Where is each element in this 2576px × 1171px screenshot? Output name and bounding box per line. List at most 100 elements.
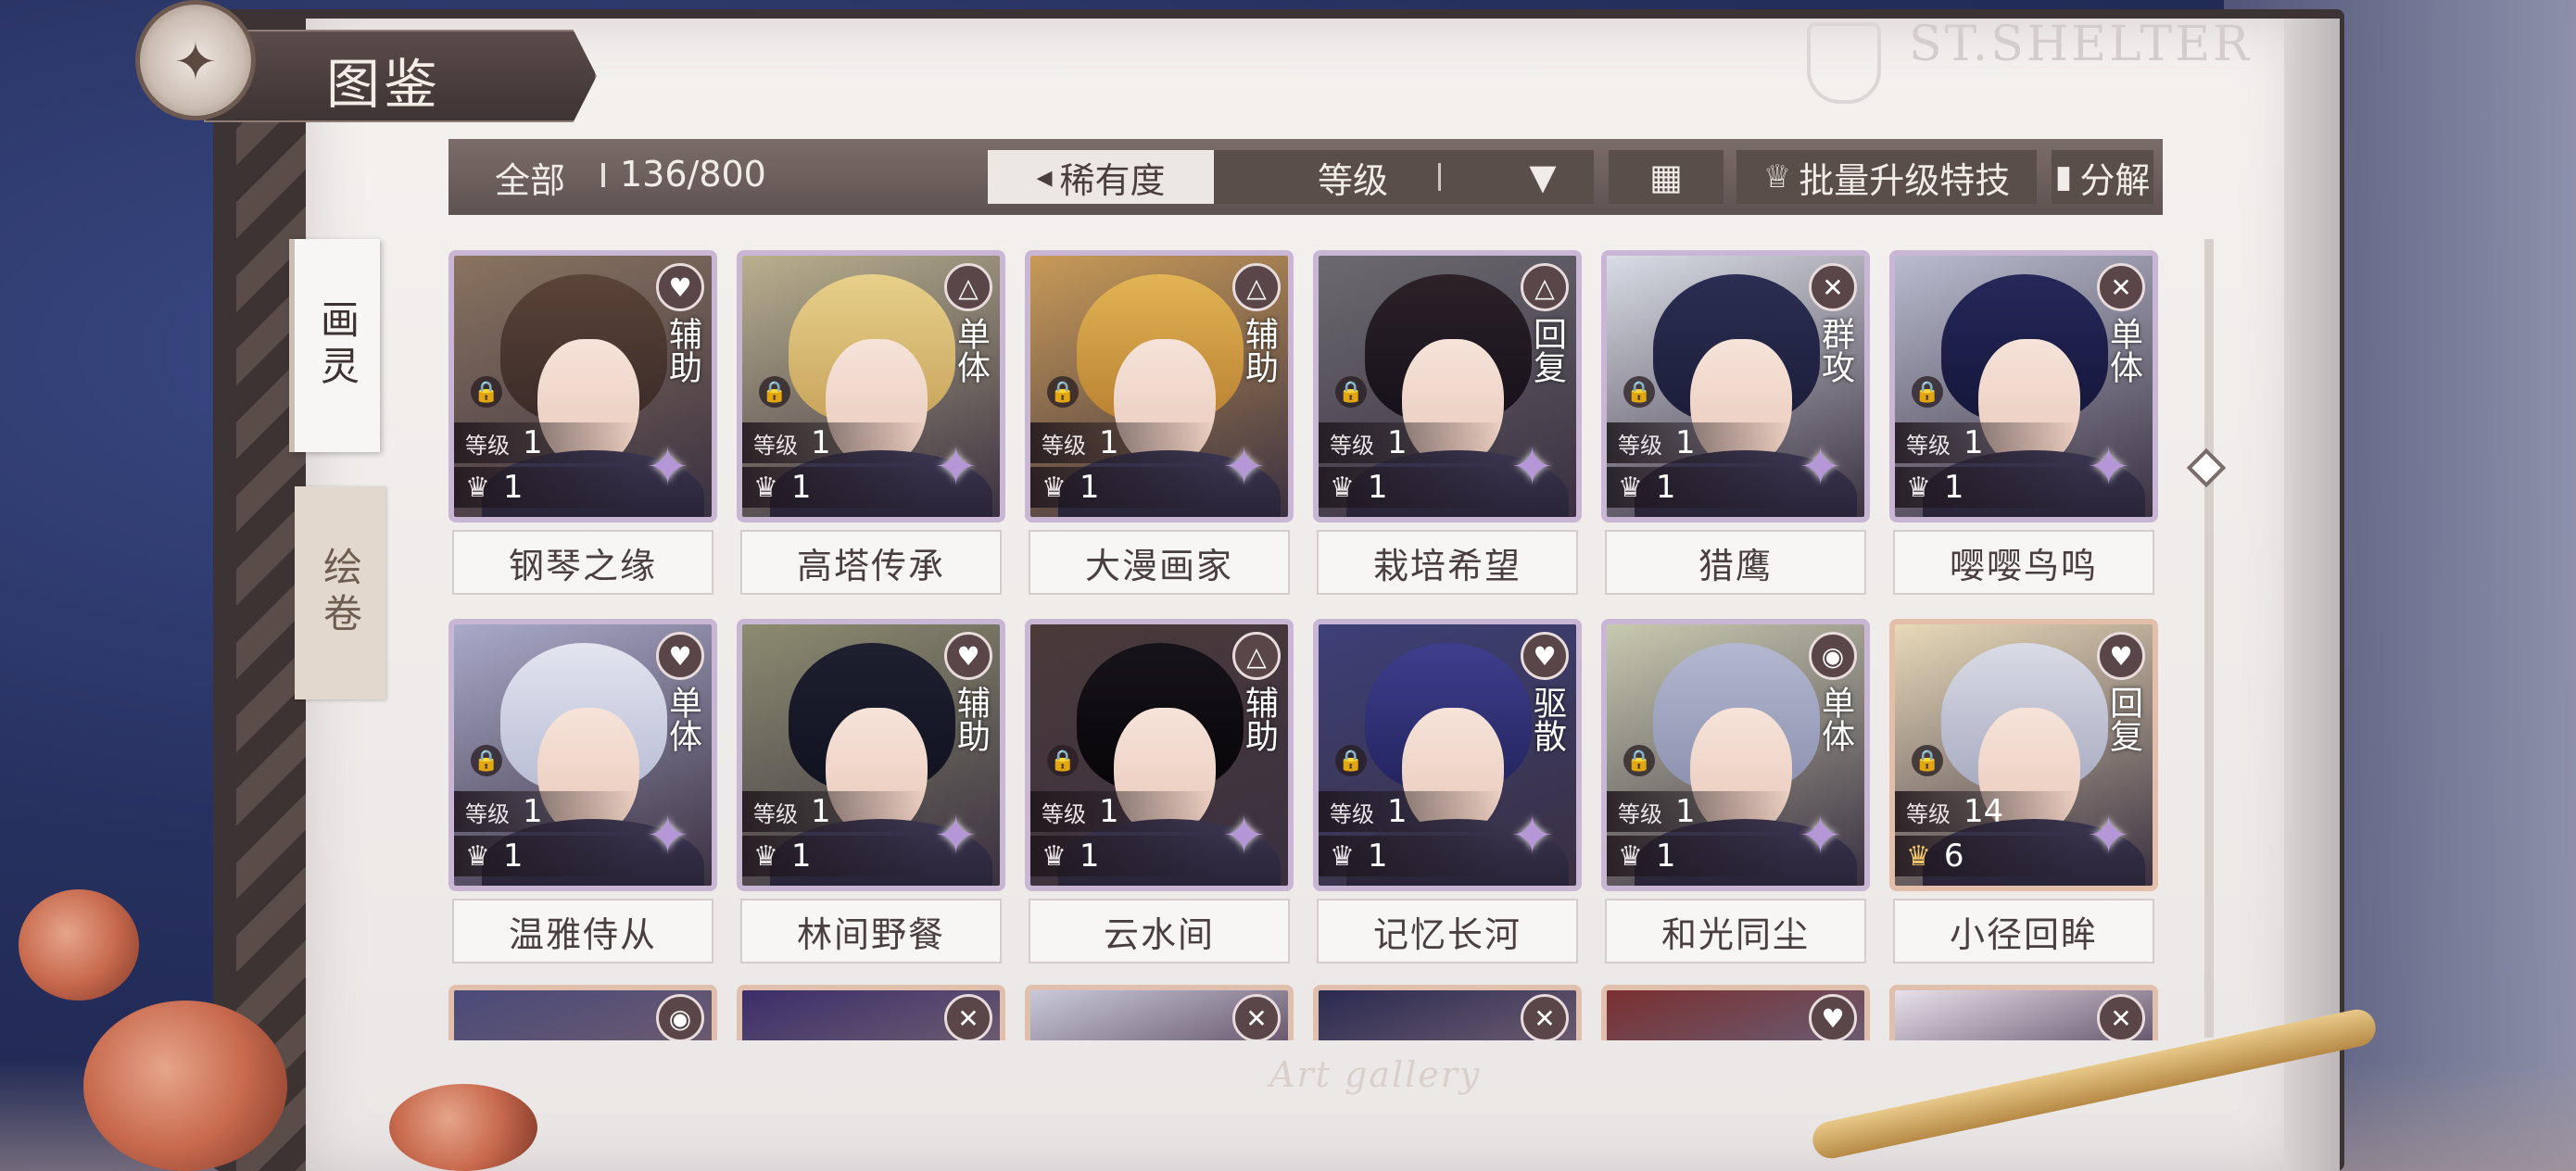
card-portrait: ♥ 回复 🔒 等级 14 ♛ 6 ✦ [1889, 619, 2158, 891]
star-value: 6 [1943, 837, 1964, 875]
sparkle-icon: ✦ [1222, 437, 1266, 497]
level-icon: 等级 [1042, 800, 1086, 827]
character-card-partial[interactable]: ✕ [737, 985, 1005, 1040]
character-card[interactable]: ♥ 驱散 🔒 等级 1 ♛ 1 ✦ 记忆长河 [1313, 619, 1582, 971]
filter-button[interactable]: ▼ [1492, 150, 1594, 204]
star-row: ♛ 1 [454, 836, 639, 876]
lock-icon: 🔒 [1335, 745, 1367, 776]
crown-icon: ♛ [1042, 471, 1067, 504]
level-row: 等级 14 [1895, 791, 2080, 832]
sort-rarity-button[interactable]: ◂ 稀有度 [988, 150, 1214, 204]
scrollbar-track[interactable] [2204, 239, 2214, 1038]
level-row: 等级 1 [1607, 791, 1792, 832]
sort-level-button[interactable]: 等级 [1214, 150, 1492, 204]
card-name: 大漫画家 [1029, 530, 1290, 595]
batch-upgrade-button[interactable]: ♕ 批量升级特技 [1736, 150, 2037, 204]
level-value: 1 [523, 793, 543, 830]
lock-icon: 🔒 [1047, 745, 1079, 776]
character-card[interactable]: △ 辅助 🔒 等级 1 ♛ 1 ✦ 云水间 [1025, 619, 1294, 971]
level-value: 1 [1675, 424, 1696, 461]
butterfly-emblem-icon: ✦ [135, 0, 256, 120]
star-value: 1 [502, 837, 524, 875]
grid-icon: ▦ [1649, 157, 1683, 197]
level-value: 1 [1387, 793, 1408, 830]
grid-view-button[interactable]: ▦ [1609, 150, 1724, 204]
level-value: 1 [811, 793, 831, 830]
character-card[interactable]: ♥ 回复 🔒 等级 14 ♛ 6 ✦ 小径回眸 [1889, 619, 2158, 971]
character-card-partial[interactable]: ✕ [1889, 985, 2158, 1040]
card-portrait: △ 回复 🔒 等级 1 ♛ 1 ✦ [1313, 250, 1582, 523]
star-value: 1 [1367, 837, 1388, 875]
toolbar: 全部 136/800 ◂ 稀有度 等级 ▼ ▦ ♕ 批量升级特技 ▮ 分解 [448, 139, 2163, 215]
funnel-icon: ▼ [1529, 157, 1557, 197]
card-name: 嘤嘤鸟鸣 [1893, 530, 2154, 595]
card-portrait: ✕ 群攻 🔒 等级 1 ♛ 1 ✦ [1601, 250, 1870, 523]
character-card[interactable]: ♥ 辅助 🔒 等级 1 ♛ 1 ✦ 钢琴之缘 [448, 250, 717, 602]
card-name: 小径回眸 [1893, 899, 2154, 963]
level-icon: 等级 [1330, 800, 1374, 827]
heartbeat-icon: ♥ [656, 263, 704, 311]
character-card[interactable]: ♥ 辅助 等级 1 ♛ 1 ✦ 林间野餐 [737, 619, 1005, 971]
level-row: 等级 1 [1030, 791, 1216, 832]
character-card[interactable]: ◉ 单体 🔒 等级 1 ♛ 1 ✦ 和光同尘 [1601, 619, 1870, 971]
triangle-icon: △ [944, 263, 992, 311]
character-card[interactable]: △ 回复 🔒 等级 1 ♛ 1 ✦ 栽培希望 [1313, 250, 1582, 602]
filter-all-button[interactable]: 全部 [495, 152, 565, 203]
character-card[interactable]: △ 单体 🔒 等级 1 ♛ 1 ✦ 高塔传承 [737, 250, 1005, 602]
role-type-label: 单体 [663, 686, 701, 752]
decompose-icon: ▮ [2054, 158, 2073, 195]
page-title: 图鉴 [326, 53, 442, 116]
card-portrait: ✕ 单体 🔒 等级 1 ♛ 1 ✦ [1889, 250, 2158, 523]
tab-painted-spirits[interactable]: 画灵 [289, 239, 380, 452]
role-type-label: 辅助 [1240, 317, 1278, 384]
level-value: 1 [1099, 424, 1119, 461]
character-card[interactable]: △ 辅助 🔒 等级 1 ♛ 1 ✦ 大漫画家 [1025, 250, 1294, 602]
cross-icon: ✕ [1232, 994, 1281, 1040]
star-row: ♛ 1 [1607, 467, 1792, 508]
character-card-partial[interactable]: ♥ [1601, 985, 1870, 1040]
level-icon: 等级 [753, 800, 798, 827]
lock-icon: 🔒 [471, 745, 502, 776]
lock-icon: 🔒 [759, 376, 790, 408]
lock-icon: 🔒 [1623, 745, 1655, 776]
level-value: 1 [1099, 793, 1119, 830]
sparkle-icon: ✦ [934, 437, 978, 497]
character-card-partial[interactable]: ✕ [1025, 985, 1294, 1040]
level-row: 等级 1 [742, 791, 928, 832]
tab-scrolls[interactable]: 绘卷 [295, 486, 385, 699]
card-portrait: △ 辅助 🔒 等级 1 ♛ 1 ✦ [1025, 250, 1294, 523]
crown-icon: ♛ [1330, 839, 1355, 873]
sparkle-icon: ✦ [1510, 806, 1554, 866]
heartbeat-icon: ♥ [656, 632, 704, 680]
level-value: 1 [811, 424, 831, 461]
gallery-caption: Art gallery [1269, 1054, 1482, 1095]
rose-decoration [83, 1001, 287, 1171]
character-card[interactable]: ✕ 单体 🔒 等级 1 ♛ 1 ✦ 嘤嘤鸟鸣 [1889, 250, 2158, 602]
crown-icon: ♛ [465, 839, 490, 873]
card-name: 高塔传承 [740, 530, 1002, 595]
level-icon: 等级 [1042, 432, 1086, 459]
sort-rarity-label: 稀有度 [1059, 159, 1166, 201]
heartbeat-icon: ♥ [944, 632, 992, 680]
character-card[interactable]: ♥ 单体 🔒 等级 1 ♛ 1 ✦ 温雅侍从 [448, 619, 717, 971]
level-row: 等级 1 [1030, 422, 1216, 463]
card-name: 温雅侍从 [452, 899, 713, 963]
decompose-button[interactable]: ▮ 分解 [2052, 150, 2153, 204]
level-row: 等级 1 [454, 791, 639, 832]
level-row: 等级 1 [1319, 791, 1504, 832]
star-value: 1 [1943, 469, 1964, 506]
sparkle-icon: ✦ [1222, 806, 1266, 866]
star-row: ♛ 1 [1319, 467, 1504, 508]
crown-icon: ♛ [465, 471, 490, 504]
role-type-label: 辅助 [1240, 686, 1278, 752]
star-row: ♛ 1 [454, 467, 639, 508]
character-card-partial[interactable]: ✕ [1313, 985, 1582, 1040]
level-icon: 等级 [465, 432, 510, 459]
crown-icon: ♛ [1330, 471, 1355, 504]
character-card[interactable]: ✕ 群攻 🔒 等级 1 ♛ 1 ✦ 猎鹰 [1601, 250, 1870, 602]
batch-upgrade-label: 批量升级特技 [1799, 159, 2011, 201]
level-row: 等级 1 [1319, 422, 1504, 463]
sparkle-icon: ✦ [2087, 806, 2130, 866]
character-card-partial[interactable]: ◉ [448, 985, 717, 1040]
card-name: 栽培希望 [1317, 530, 1578, 595]
